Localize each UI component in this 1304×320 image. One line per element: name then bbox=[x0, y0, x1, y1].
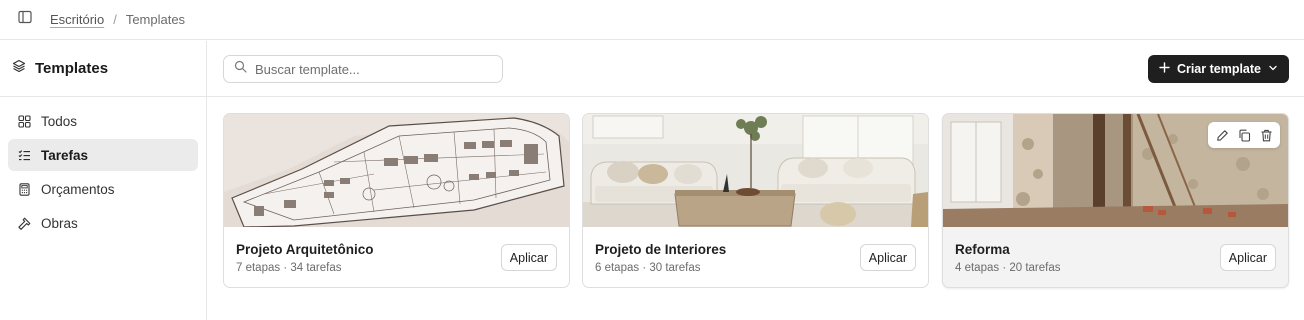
breadcrumb-separator: / bbox=[113, 12, 117, 27]
edit-pencil-icon[interactable] bbox=[1211, 124, 1233, 146]
checklist-icon bbox=[17, 148, 31, 162]
card-title: Projeto Arquitetônico bbox=[236, 242, 374, 257]
template-card[interactable]: Reforma 4 etapas · 20 tarefas Aplicar bbox=[942, 113, 1289, 288]
sidebar-item-label: Orçamentos bbox=[41, 181, 115, 197]
card-image-floor-plan bbox=[224, 114, 569, 227]
apply-button[interactable]: Aplicar bbox=[1219, 244, 1276, 271]
template-card[interactable]: Projeto de Interiores 6 etapas · 30 tare… bbox=[582, 113, 929, 288]
sidebar-item-orcamentos[interactable]: Orçamentos bbox=[8, 173, 198, 205]
create-template-button[interactable]: Criar template bbox=[1147, 55, 1289, 83]
sidebar-item-label: Tarefas bbox=[41, 147, 89, 163]
copy-icon[interactable] bbox=[1233, 124, 1255, 146]
breadcrumb: Escritório / Templates bbox=[50, 12, 185, 27]
main-toolbar: Criar template bbox=[207, 41, 1304, 97]
grid-icon bbox=[17, 114, 31, 128]
search-box[interactable] bbox=[223, 55, 503, 83]
sidebar-item-label: Todos bbox=[41, 113, 78, 129]
breadcrumb-current: Templates bbox=[125, 12, 186, 27]
sidebar-panel-icon bbox=[18, 10, 32, 29]
layers-icon bbox=[12, 59, 26, 78]
card-meta: 4 etapas · 20 tarefas bbox=[955, 262, 1061, 274]
plus-icon bbox=[1159, 62, 1170, 76]
sidebar-item-todos[interactable]: Todos bbox=[8, 105, 198, 137]
card-actions-toolbar bbox=[1208, 122, 1280, 148]
card-image-living-room bbox=[583, 114, 928, 227]
sidebar-item-tarefas[interactable]: Tarefas bbox=[8, 139, 198, 171]
top-bar: Escritório / Templates bbox=[0, 0, 1304, 40]
apply-button[interactable]: Aplicar bbox=[500, 244, 557, 271]
template-card[interactable]: Projeto Arquitetônico 7 etapas · 34 tare… bbox=[223, 113, 570, 288]
chevron-down-icon bbox=[1268, 62, 1278, 76]
sidebar-item-obras[interactable]: Obras bbox=[8, 207, 198, 239]
sidebar-item-label: Obras bbox=[41, 215, 78, 231]
sidebar-toggle-button[interactable] bbox=[0, 0, 50, 40]
trash-icon[interactable] bbox=[1255, 124, 1277, 146]
card-title: Reforma bbox=[955, 242, 1010, 257]
sidebar-header: Templates bbox=[0, 41, 206, 97]
sidebar-title: Templates bbox=[35, 60, 109, 77]
calculator-icon bbox=[17, 182, 31, 196]
hammer-icon bbox=[17, 216, 31, 230]
card-meta: 7 etapas · 34 tarefas bbox=[236, 262, 342, 274]
card-title: Projeto de Interiores bbox=[595, 242, 727, 257]
search-input[interactable] bbox=[255, 61, 485, 77]
sidebar: Templates Todos Tarefas Orçamentos Obras bbox=[0, 41, 207, 320]
search-icon bbox=[234, 60, 247, 78]
breadcrumb-parent-link[interactable]: Escritório bbox=[50, 12, 104, 27]
card-meta: 6 etapas · 30 tarefas bbox=[595, 262, 701, 274]
sidebar-nav: Todos Tarefas Orçamentos Obras bbox=[0, 97, 206, 249]
create-template-label: Criar template bbox=[1176, 62, 1261, 76]
apply-button[interactable]: Aplicar bbox=[859, 244, 916, 271]
